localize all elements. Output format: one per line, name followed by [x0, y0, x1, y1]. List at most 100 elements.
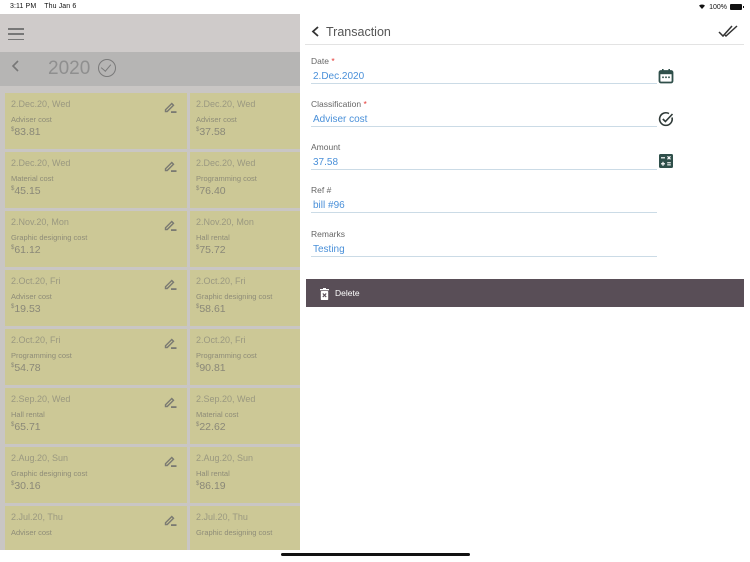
- calculator-icon[interactable]: [658, 153, 674, 169]
- edit-pencil-icon[interactable]: [164, 514, 177, 526]
- transaction-card[interactable]: 2.Dec.20, Wed Programming cost $76.40: [190, 152, 300, 208]
- year-back-button[interactable]: [11, 59, 20, 76]
- card-date: 2.Sep.20, Wed: [196, 394, 256, 404]
- edit-pencil-icon[interactable]: [164, 396, 177, 408]
- card-date: 2.Aug.20, Sun: [11, 453, 69, 463]
- transaction-card[interactable]: 2.Oct.20, Fri Programming cost $90.81: [190, 329, 300, 385]
- card-amount-value: 75.72: [199, 244, 226, 256]
- card-date: 2.Dec.20, Wed: [196, 99, 256, 109]
- transaction-card[interactable]: 2.Sep.20, Wed Hall rental $65.71: [5, 388, 187, 444]
- classification-label: Classification: [311, 99, 362, 109]
- transaction-card[interactable]: 2.Jul.20, Thu Graphic designing cost: [190, 506, 300, 550]
- double-check-icon[interactable]: [718, 25, 738, 38]
- card-amount: $90.81: [196, 362, 300, 374]
- year-bar: 2020: [0, 52, 300, 86]
- amount-label: Amount: [311, 142, 341, 152]
- left-top-bar: [0, 14, 300, 52]
- card-classification: Programming cost: [196, 351, 257, 360]
- card-date: 2.Nov.20, Mon: [11, 217, 69, 227]
- edit-pencil-icon[interactable]: [164, 278, 177, 290]
- card-amount-value: 30.16: [14, 480, 41, 492]
- card-amount: $54.78: [11, 362, 181, 374]
- card-amount-value: 37.58: [199, 126, 226, 138]
- card-amount-value: 90.81: [199, 362, 226, 374]
- transaction-card[interactable]: 2.Oct.20, Fri Adviser cost $19.53: [5, 270, 187, 326]
- card-classification: Material cost: [11, 174, 54, 183]
- card-date: 2.Oct.20, Fri: [11, 335, 61, 345]
- date-label: Date: [311, 56, 329, 66]
- card-amount: $30.16: [11, 480, 181, 492]
- edit-pencil-icon[interactable]: [164, 101, 177, 113]
- hamburger-menu-icon[interactable]: [8, 28, 24, 40]
- required-mark: *: [363, 99, 367, 109]
- check-circle-icon[interactable]: [658, 111, 674, 127]
- edit-pencil-icon[interactable]: [164, 337, 177, 349]
- transaction-card[interactable]: 2.Nov.20, Mon Hall rental $75.72: [190, 211, 300, 267]
- amount-input[interactable]: 37.58: [311, 156, 657, 170]
- wifi-icon: [698, 3, 706, 11]
- transaction-card[interactable]: 2.Aug.20, Sun Hall rental $86.19: [190, 447, 300, 503]
- card-classification: Hall rental: [196, 233, 230, 242]
- transaction-card[interactable]: 2.Jul.20, Thu Adviser cost: [5, 506, 187, 550]
- card-amount: $58.61: [196, 303, 300, 315]
- card-amount-value: 45.15: [14, 185, 41, 197]
- transaction-header: Transaction: [305, 14, 744, 45]
- battery-percent: 100%: [709, 3, 727, 11]
- back-chevron-icon[interactable]: [311, 24, 320, 37]
- card-date: 2.Dec.20, Wed: [11, 99, 71, 109]
- remarks-input[interactable]: Testing: [311, 243, 657, 257]
- card-amount: $45.15: [11, 185, 181, 197]
- card-classification: Adviser cost: [11, 115, 52, 124]
- card-date: 2.Oct.20, Fri: [11, 276, 61, 286]
- edit-pencil-icon[interactable]: [164, 455, 177, 467]
- card-amount: $19.53: [11, 303, 181, 315]
- card-classification: Adviser cost: [196, 115, 237, 124]
- ref-label: Ref #: [311, 185, 332, 195]
- transaction-card[interactable]: 2.Sep.20, Wed Material cost $22.62: [190, 388, 300, 444]
- card-classification: Hall rental: [196, 469, 230, 478]
- card-amount-value: 83.81: [14, 126, 41, 138]
- card-classification: Programming cost: [11, 351, 72, 360]
- status-date: Thu Jan 6: [44, 3, 77, 10]
- battery-icon: [730, 4, 744, 10]
- date-input[interactable]: 2.Dec.2020: [311, 70, 657, 84]
- card-amount-value: 76.40: [199, 185, 226, 197]
- transaction-card[interactable]: 2.Dec.20, Wed Adviser cost $37.58: [190, 93, 300, 149]
- card-date: 2.Sep.20, Wed: [11, 394, 71, 404]
- transaction-cards-grid: 2.Dec.20, Wed Adviser cost $83.81 2.Dec.20,…: [5, 93, 300, 550]
- status-right: 100%: [698, 3, 744, 11]
- transaction-detail-panel: Transaction Date * 2.Dec.2020 Classifica…: [300, 14, 750, 550]
- transaction-card[interactable]: 2.Oct.20, Fri Graphic designing cost $58.6…: [190, 270, 300, 326]
- transaction-card[interactable]: 2.Aug.20, Sun Graphic designing cost $30.1…: [5, 447, 187, 503]
- card-amount: $86.19: [196, 480, 300, 492]
- card-date: 2.Oct.20, Fri: [196, 276, 246, 286]
- transaction-card[interactable]: 2.Dec.20, Wed Material cost $45.15: [5, 152, 187, 208]
- card-classification: Graphic designing cost: [196, 528, 273, 537]
- card-classification: Adviser cost: [11, 292, 52, 301]
- card-date: 2.Aug.20, Sun: [196, 453, 254, 463]
- status-left: 3:11 PM Thu Jan 6: [10, 3, 76, 10]
- edit-pencil-icon[interactable]: [164, 160, 177, 172]
- transaction-card[interactable]: 2.Nov.20, Mon Graphic designing cost $61.1…: [5, 211, 187, 267]
- edit-pencil-icon[interactable]: [164, 219, 177, 231]
- card-date: 2.Oct.20, Fri: [196, 335, 246, 345]
- ref-field: Ref # bill #96: [311, 185, 657, 213]
- remarks-field: Remarks Testing: [311, 229, 657, 257]
- classification-input[interactable]: Adviser cost: [311, 113, 657, 127]
- transaction-card[interactable]: 2.Dec.20, Wed Adviser cost $83.81: [5, 93, 187, 149]
- delete-button[interactable]: Delete: [306, 279, 744, 307]
- card-date: 2.Dec.20, Wed: [196, 158, 256, 168]
- card-date: 2.Dec.20, Wed: [11, 158, 71, 168]
- bottom-strip: [0, 550, 750, 562]
- card-amount-value: 19.53: [14, 303, 41, 315]
- year-label: 2020: [48, 58, 91, 79]
- check-circle-icon[interactable]: [98, 59, 116, 77]
- status-bar: 3:11 PM Thu Jan 6 100%: [0, 0, 750, 14]
- home-indicator[interactable]: [281, 553, 470, 556]
- calendar-icon[interactable]: [658, 68, 674, 84]
- transaction-card[interactable]: 2.Oct.20, Fri Programming cost $54.78: [5, 329, 187, 385]
- card-amount: $76.40: [196, 185, 300, 197]
- card-classification: Programming cost: [196, 174, 257, 183]
- ref-input[interactable]: bill #96: [311, 199, 657, 213]
- card-amount-value: 65.71: [14, 421, 41, 433]
